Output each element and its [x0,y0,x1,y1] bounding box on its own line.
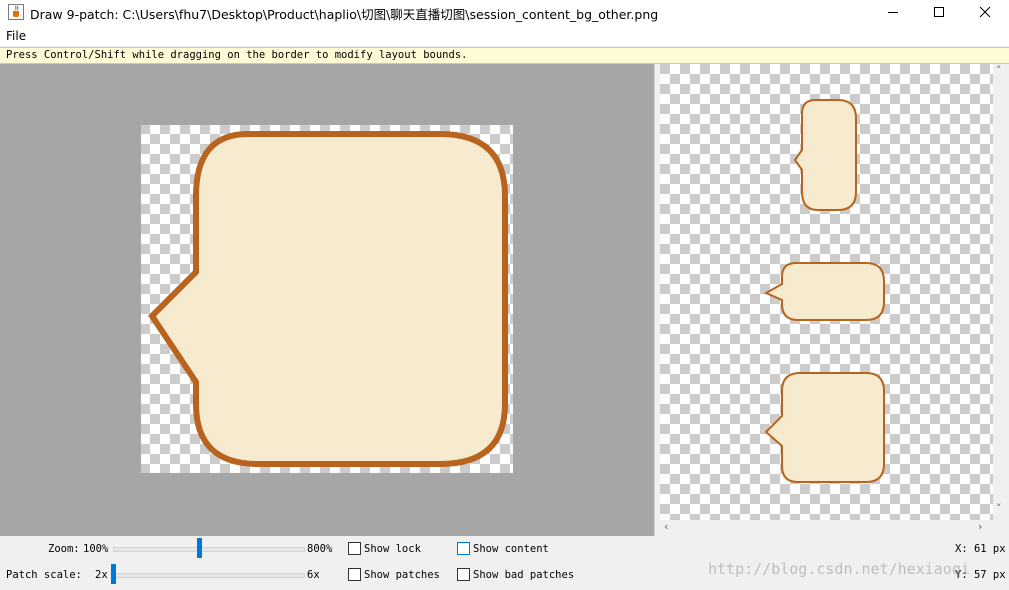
show-lock-label: Show lock [364,543,421,555]
maximize-icon [933,3,945,22]
preview-vertical-scrollbar[interactable]: ˄ ˅ [993,64,1009,520]
preview-bubble-tall [793,99,857,211]
show-content-checkbox[interactable] [457,542,470,555]
zoom-label: Zoom: [48,543,80,555]
menu-file[interactable]: File [6,29,26,43]
patch-scale-min-label: 2x [95,569,108,581]
menu-bar: File [0,25,1009,46]
show-patches-checkbox[interactable] [348,568,361,581]
zoom-max-label: 800% [307,543,333,555]
scroll-up-icon[interactable]: ˄ [996,64,1002,77]
zoom-slider-thumb[interactable] [196,538,202,558]
title-bar: Draw 9-patch: C:\Users\fhu7\Desktop\Prod… [0,0,1009,25]
close-icon [979,3,991,22]
window-title: Draw 9-patch: C:\Users\fhu7\Desktop\Prod… [30,7,659,22]
show-content-label: Show content [473,543,549,555]
patch-scale-label: Patch scale: [6,569,82,581]
maximize-button[interactable] [916,0,962,25]
minimize-icon [887,3,899,22]
close-button[interactable] [962,0,1008,25]
hint-text: Press Control/Shift while dragging on th… [6,49,468,61]
patch-scale-slider-thumb[interactable] [111,564,116,584]
zoom-min-label: 100% [83,543,109,555]
scroll-right-icon[interactable]: › [978,520,982,533]
preview-pane [660,64,993,520]
show-bad-patches-checkbox[interactable] [457,568,470,581]
cursor-x-readout: X: 61 px [955,543,1006,555]
preview-bubble-wide [763,262,885,321]
show-bad-patches-label: Show bad patches [473,569,575,581]
scroll-down-icon[interactable]: ˅ [996,502,1002,515]
editor-canvas[interactable] [0,64,654,536]
minimize-button[interactable] [870,0,916,25]
patch-scale-max-label: 6x [307,569,320,581]
show-lock-checkbox[interactable] [348,542,361,555]
watermark: http://blog.csdn.net/hexiaoqi [708,560,970,578]
patch-scale-slider-track[interactable] [113,573,305,578]
zoom-slider-track[interactable] [113,547,305,552]
preview-bubble-large [764,372,885,483]
preview-horizontal-scrollbar[interactable]: ‹ › [660,520,993,536]
java-cup-icon [8,4,24,20]
scroll-left-icon[interactable]: ‹ [664,520,668,533]
speech-bubble-image [148,131,508,467]
show-patches-label: Show patches [364,569,440,581]
hint-bar: Press Control/Shift while dragging on th… [0,47,1009,64]
